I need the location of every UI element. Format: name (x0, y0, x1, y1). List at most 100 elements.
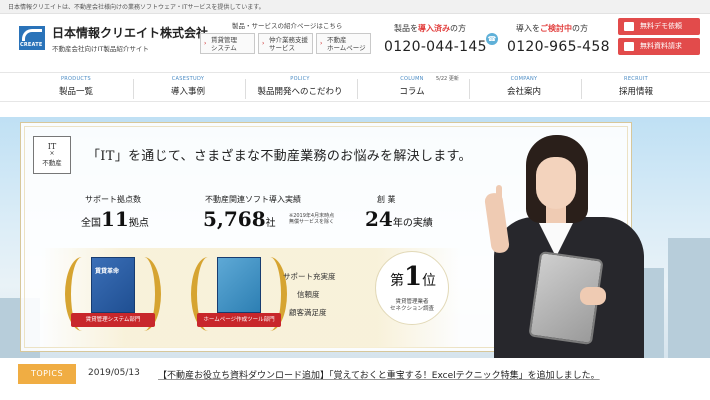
service-line2: ホームページ (327, 44, 366, 52)
nav-item-jp: 採用情報 (618, 87, 653, 97)
product-box-image (217, 257, 261, 313)
stat-label-installations: 不動産関連ソフト導入実績 (205, 195, 301, 204)
nav-item-en: PRODUCTS (60, 76, 92, 82)
stat-footnote-line: 無償サービスを除く (289, 219, 335, 225)
nav-item-jp: 製品開発へのこだわり (257, 87, 343, 97)
service-link-brokerage-support[interactable]: › 仲介業務支援 サービス (258, 33, 313, 54)
product-box-image: 賃貸革命 (91, 257, 135, 313)
nav-item-jp: 製品一覧 (58, 87, 93, 97)
monitor-icon (624, 22, 634, 31)
stat-post: 拠点 (128, 218, 149, 229)
chevron-right-icon: › (320, 40, 323, 47)
hero-headline: 「IT」を通じて、さまざまな不動産業務のお悩みを解決します。 (87, 149, 472, 164)
chevron-right-icon: › (204, 40, 207, 47)
service-link-real-estate-homepage[interactable]: › 不動産 ホームページ (316, 33, 371, 54)
stat-value-installations: 5,768社 (203, 207, 276, 231)
stat-post: 年の実績 (392, 218, 433, 229)
top-info-text: 日本情報クリエイトは、不動産会社様向けの業務ソフトウェア・ITサービスを提供して… (8, 4, 265, 11)
award-ribbon: 賃貸管理システム部門 (71, 313, 155, 327)
free-docs-label: 無料資料請求 (640, 42, 682, 50)
stat-value-founded: 24年の実績 (365, 207, 433, 231)
stat-number: 11 (101, 207, 129, 231)
hero-banner[interactable]: IT × 不動産 「IT」を通じて、さまざまな不動産業務のお悩みを解決します。 … (0, 117, 710, 358)
nav-item-casestudy[interactable]: CASESTUDY 導入事例 (134, 73, 242, 103)
nav-item-products[interactable]: PRODUCTS 製品一覧 (22, 73, 130, 103)
stat-number: 5,768 (203, 207, 266, 231)
face (536, 157, 576, 209)
stat-pre: 全国 (81, 218, 101, 229)
company-tagline: 不動産会社向けIT製品紹介サイト (52, 45, 149, 53)
stat-value-support-bases: 全国11拠点 (81, 207, 149, 231)
rank-pre: 第 (389, 273, 404, 289)
service-line2: システム (211, 44, 237, 52)
satisfaction-trust: 信頼度 (297, 290, 320, 299)
rank-note-line: セネクション調査 (389, 306, 434, 312)
main-nav: 5/22 更新 PRODUCTS 製品一覧 CASESTUDY 導入事例 POL… (0, 72, 710, 102)
tel-label-highlight: 導入済み (418, 24, 450, 33)
businesswoman-photo (474, 117, 710, 358)
service-line1: 賃貸管理 (211, 36, 237, 44)
stat-label-founded: 創 業 (377, 195, 396, 204)
tel-label-post: の方 (572, 24, 588, 33)
site-header: CREATE 日本情報クリエイト株式会社 不動産会社向けIT製品紹介サイト 製品… (0, 14, 710, 72)
stat-post: 社 (265, 218, 276, 229)
nav-item-en: POLICY (290, 76, 310, 82)
hand (580, 287, 606, 305)
tel-number-considering[interactable]: 0120-965-458 (507, 39, 610, 55)
stat-label-support-bases: サポート拠点数 (85, 195, 141, 204)
topics-date: 2019/05/13 (88, 368, 140, 378)
topics-badge: TOPICS (18, 364, 76, 384)
phone-icon: ☎ (486, 33, 498, 45)
service-line1: 不動産 (327, 36, 347, 44)
free-docs-button[interactable]: 無料資料請求 (618, 38, 700, 55)
award-homepage-tool: ホームページ作成ツール部門 (191, 253, 287, 341)
nav-item-company[interactable]: COMPANY 会社案内 (470, 73, 578, 103)
it-box-bottom: 不動産 (42, 159, 62, 167)
service-link-rental-management[interactable]: › 賃貸管理 システム (200, 33, 255, 54)
book-icon (624, 42, 634, 51)
tel-label-existing: 製品を導入済みの方 (394, 23, 466, 34)
nav-item-column[interactable]: COLUMN コラム (358, 73, 466, 103)
chevron-right-icon: › (262, 40, 265, 47)
satisfaction-support: サポート充実度 (283, 272, 336, 281)
rank-note-line: 賃貸管理業者 (395, 299, 429, 305)
logo-wave-icon (22, 29, 42, 41)
topics-link[interactable]: 【不動産お役立ち資料ダウンロード追加】「覚えておくと重宝する！Excelテクニッ… (158, 368, 600, 381)
nav-item-en: CASESTUDY (171, 76, 205, 82)
nav-item-policy[interactable]: POLICY 製品開発へのこだわり (246, 73, 354, 103)
nav-item-jp: 導入事例 (170, 87, 205, 97)
service-line1: 仲介業務支援 (269, 36, 308, 44)
free-demo-label: 無料デモ依頼 (640, 22, 682, 30)
nav-item-recruit[interactable]: RECRUIT 採用情報 (582, 73, 690, 103)
award-ribbon: ホームページ作成ツール部門 (197, 313, 281, 327)
nav-item-en: RECRUIT (624, 76, 648, 82)
tel-label-considering: 導入をご検討中の方 (516, 23, 588, 34)
free-demo-button[interactable]: 無料デモ依頼 (618, 18, 700, 35)
stat-footnote: ※2019年4月末時点 無償サービスを除く (289, 213, 334, 225)
nav-item-jp: コラム (399, 87, 425, 97)
it-x-realestate-box: IT × 不動産 (33, 136, 71, 174)
rank-post: 位 (422, 273, 437, 289)
stat-number: 24 (365, 207, 393, 231)
company-name[interactable]: 日本情報クリエイト株式会社 (52, 24, 208, 41)
nav-item-en: COLUMN (400, 76, 424, 82)
tel-label-pre: 導入を (516, 24, 540, 33)
topics-bar: TOPICS 2019/05/13 【不動産お役立ち資料ダウンロード追加】「覚え… (0, 358, 710, 400)
nav-item-jp: 会社案内 (506, 87, 541, 97)
tel-number-existing[interactable]: 0120-044-145 (384, 39, 487, 55)
product-box-name: 賃貸革命 (95, 268, 120, 275)
rank-first-badge: 第1位 (375, 251, 449, 325)
services-title: 製品・サービスの紹介ページはこちら (232, 22, 343, 30)
rank-text: 第1位 (376, 262, 450, 292)
service-line2: サービス (269, 44, 295, 52)
company-logo[interactable]: CREATE (19, 26, 45, 50)
tel-label-highlight: ご検討中 (540, 24, 572, 33)
nav-item-en: COMPANY (510, 76, 538, 82)
pointing-finger (496, 185, 502, 203)
award-rental-management: 賃貸革命 賃貸管理システム部門 (65, 253, 161, 341)
satisfaction-customer: 顧客満足度 (289, 308, 327, 317)
rank-source-note: 賃貸管理業者 セネクション調査 (380, 299, 444, 313)
logo-text: CREATE (20, 42, 43, 48)
rank-number: 1 (403, 262, 423, 292)
tel-label-post: の方 (450, 24, 466, 33)
